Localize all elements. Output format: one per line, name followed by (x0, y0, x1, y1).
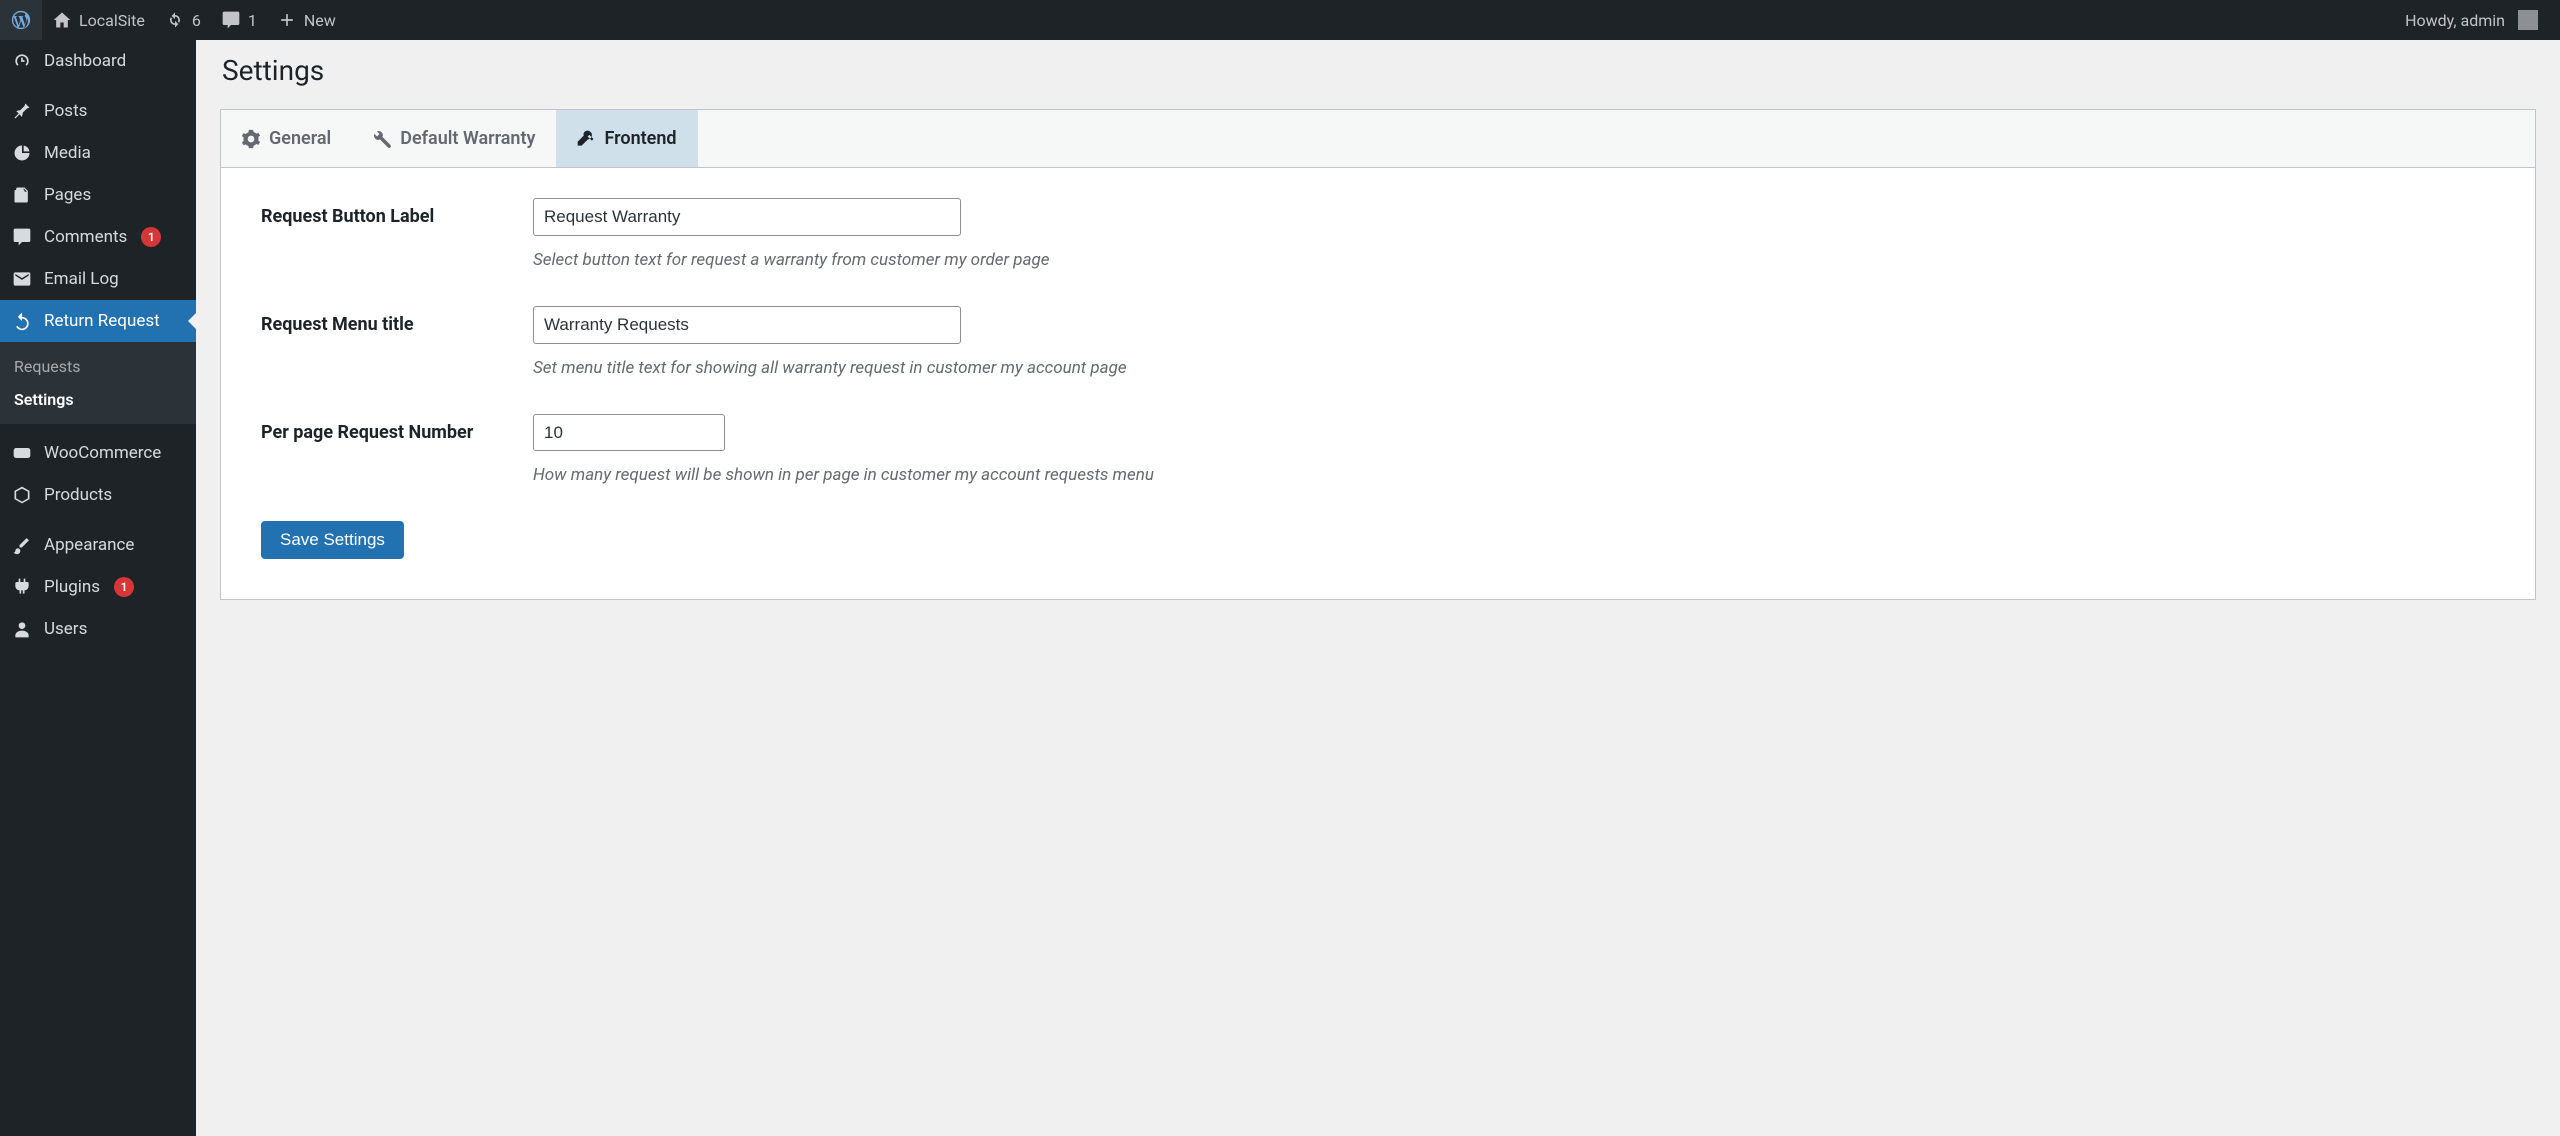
sidebar-item-products[interactable]: Products (0, 474, 196, 516)
save-settings-button[interactable]: Save Settings (261, 521, 404, 559)
admin-sidebar: Dashboard Posts Media Pages Comments 1 E… (0, 40, 196, 1136)
home-icon (52, 10, 72, 30)
sidebar-item-label: Comments (44, 227, 127, 247)
field-request-button-label: Request Button Label Select button text … (261, 198, 2495, 270)
sidebar-item-label: Appearance (44, 535, 134, 555)
sidebar-item-emaillog[interactable]: Email Log (0, 258, 196, 300)
field-label: Request Menu title (261, 306, 533, 335)
sidebar-item-label: Return Request (44, 311, 160, 331)
count-badge: 1 (141, 227, 161, 247)
main-content: Settings General Default Warranty Fronte… (196, 0, 2560, 624)
sidebar-item-appearance[interactable]: Appearance (0, 524, 196, 566)
sidebar-item-label: Dashboard (44, 51, 126, 71)
site-name-label: LocalSite (79, 11, 145, 30)
comments-link[interactable]: 1 (211, 0, 267, 40)
tab-label: General (269, 128, 331, 149)
sidebar-item-woocommerce[interactable]: WooCommerce (0, 432, 196, 474)
sidebar-item-pages[interactable]: Pages (0, 174, 196, 216)
wp-logo[interactable] (0, 0, 42, 40)
field-help: Select button text for request a warrant… (533, 250, 2495, 270)
account-link[interactable]: Howdy, admin (2395, 0, 2548, 40)
sidebar-item-media[interactable]: Media (0, 132, 196, 174)
tab-frontend[interactable]: Frontend (556, 110, 697, 167)
tab-label: Frontend (604, 128, 676, 149)
tab-panel: Request Button Label Select button text … (220, 168, 2536, 600)
request-menu-title-input[interactable] (533, 306, 961, 344)
updates-link[interactable]: 6 (155, 0, 211, 40)
brush-icon (12, 535, 34, 555)
count-badge: 1 (114, 577, 134, 597)
sidebar-item-label: Media (44, 143, 91, 163)
sidebar-item-posts[interactable]: Posts (0, 90, 196, 132)
updates-icon (165, 10, 185, 30)
gear-icon (241, 129, 261, 149)
email-icon (12, 269, 34, 289)
pages-icon (12, 185, 34, 205)
avatar (2518, 10, 2538, 30)
wrench-icon (372, 129, 392, 149)
sidebar-item-label: Pages (44, 185, 91, 205)
new-content-link[interactable]: New (267, 0, 346, 40)
settings-tabs: General Default Warranty Frontend (220, 109, 2536, 168)
tools-icon (576, 129, 596, 149)
field-help: Set menu title text for showing all warr… (533, 358, 2495, 378)
howdy-label: Howdy, admin (2405, 11, 2505, 30)
sidebar-item-label: Products (44, 485, 112, 505)
request-button-label-input[interactable] (533, 198, 961, 236)
field-label: Per page Request Number (261, 414, 533, 443)
sidebar-item-dashboard[interactable]: Dashboard (0, 40, 196, 82)
sidebar-item-return-request[interactable]: Return Request (0, 300, 196, 342)
page-title: Settings (222, 54, 2536, 87)
field-label: Request Button Label (261, 198, 533, 227)
comment-icon (12, 227, 34, 247)
sidebar-item-label: Posts (44, 101, 87, 121)
products-icon (12, 485, 34, 505)
per-page-input[interactable] (533, 414, 725, 452)
sidebar-item-users[interactable]: Users (0, 608, 196, 650)
tab-label: Default Warranty (400, 128, 535, 149)
user-icon (12, 619, 34, 639)
comment-icon (221, 10, 241, 30)
new-label: New (304, 11, 336, 30)
sidebar-item-label: Email Log (44, 269, 119, 289)
sidebar-item-label: WooCommerce (44, 443, 161, 463)
field-per-page-number: Per page Request Number How many request… (261, 414, 2495, 486)
plus-icon (277, 10, 297, 30)
adminbar: LocalSite 6 1 New Howdy, admin (0, 0, 2560, 40)
sidebar-item-label: Plugins (44, 577, 100, 597)
site-link[interactable]: LocalSite (42, 0, 155, 40)
pin-icon (12, 101, 34, 121)
sidebar-item-comments[interactable]: Comments 1 (0, 216, 196, 258)
submenu-item-requests[interactable]: Requests (0, 350, 196, 383)
comments-count: 1 (248, 11, 257, 30)
dashboard-icon (12, 51, 34, 71)
field-request-menu-title: Request Menu title Set menu title text f… (261, 306, 2495, 378)
plugin-icon (12, 577, 34, 597)
sidebar-item-plugins[interactable]: Plugins 1 (0, 566, 196, 608)
sidebar-item-label: Users (44, 619, 87, 639)
wordpress-icon (10, 9, 32, 31)
return-icon (12, 311, 34, 331)
field-help: How many request will be shown in per pa… (533, 465, 2495, 485)
submenu-item-settings[interactable]: Settings (0, 383, 196, 416)
media-icon (12, 143, 34, 163)
tab-default-warranty[interactable]: Default Warranty (352, 110, 556, 167)
submenu-return-request: Requests Settings (0, 342, 196, 424)
woocommerce-icon (12, 443, 34, 463)
tab-general[interactable]: General (221, 110, 352, 167)
updates-count: 6 (192, 11, 201, 30)
